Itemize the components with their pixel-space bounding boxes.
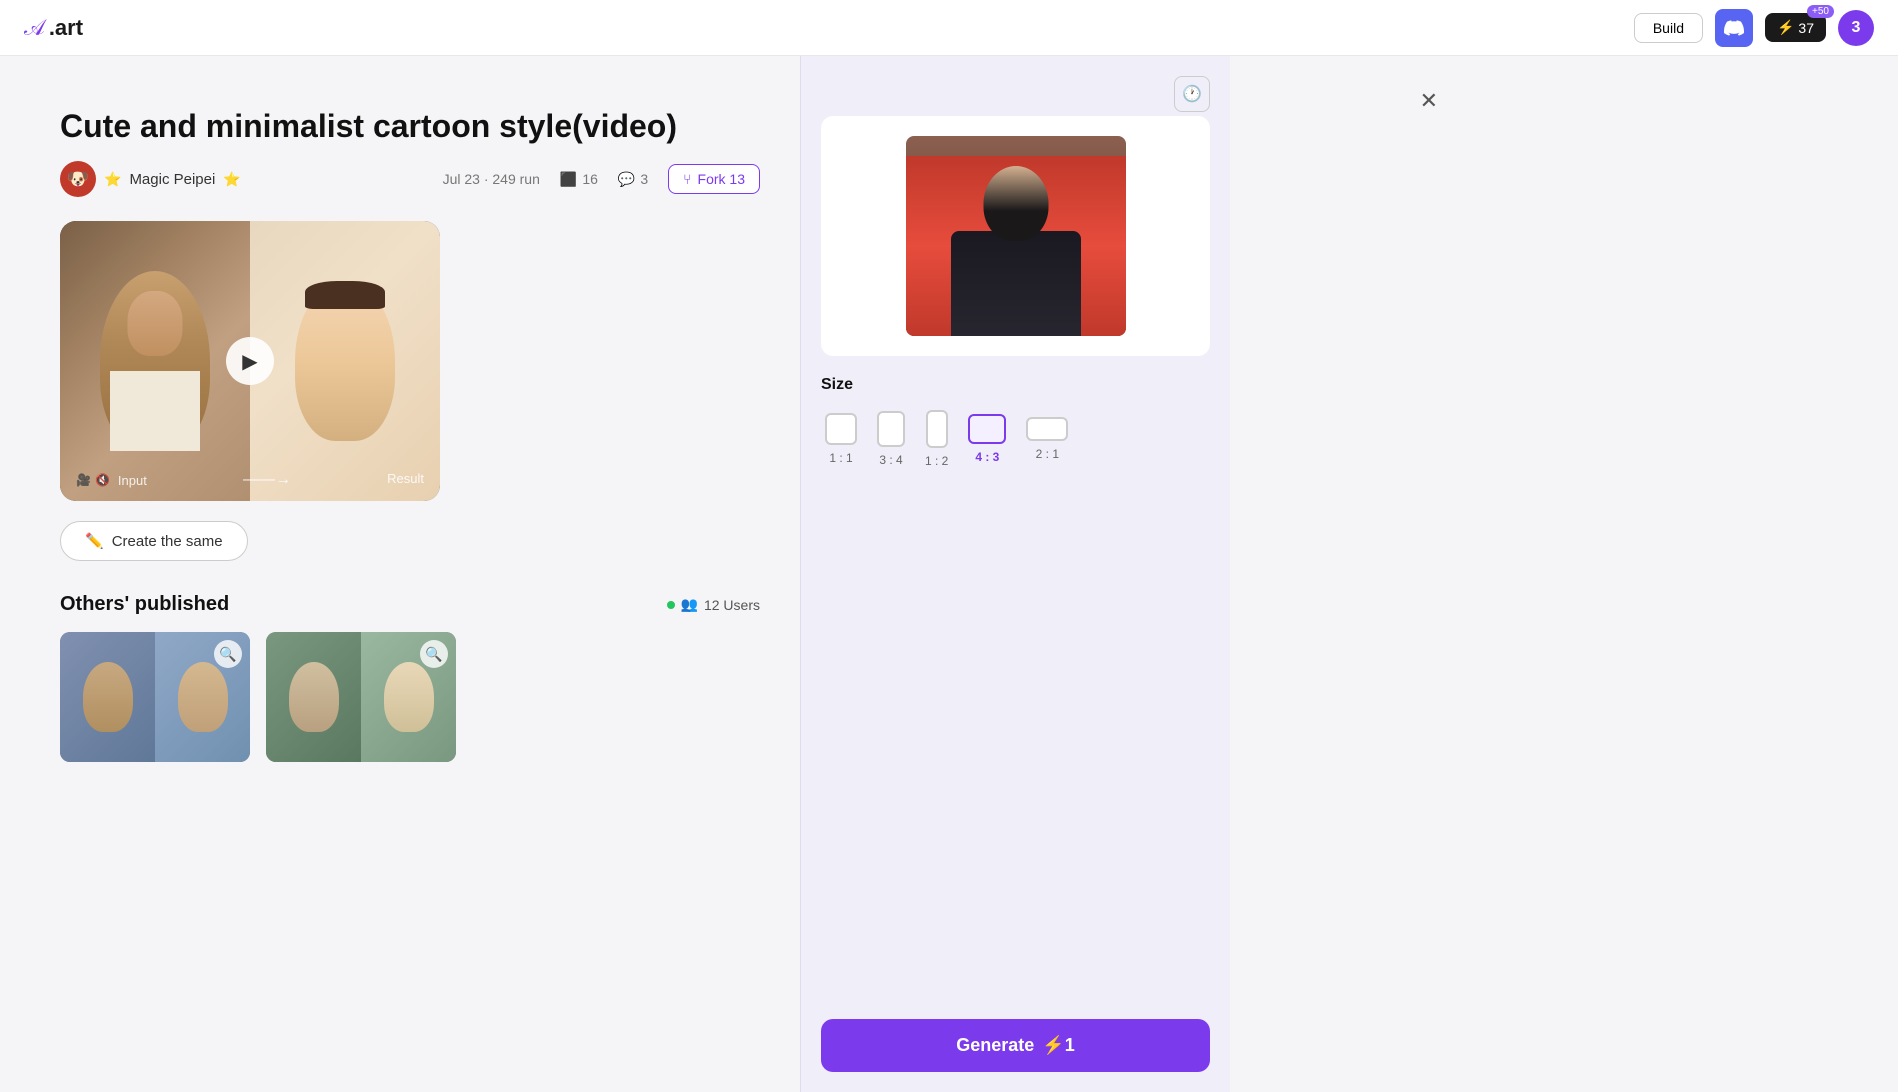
size-option-3-4[interactable]: 3 : 4	[873, 407, 909, 471]
preview-labels: 🎥 🔇 Input ——→ Result	[60, 471, 440, 489]
preview-right-side	[250, 221, 440, 501]
like-count: ⬛ 16	[560, 171, 598, 188]
online-indicator: 👥 12 Users	[667, 596, 760, 613]
meta-right: Jul 23 · 249 run ⬛ 16 💬 3 ⑂ Fork 13	[443, 164, 760, 194]
generate-label: Generate	[956, 1035, 1034, 1056]
preview-container: ▶ 🎥 🔇 Input ——→ Result	[60, 221, 440, 501]
size-label-2-1: 2 : 1	[1036, 447, 1059, 461]
create-same-button[interactable]: ✏️ Create the same	[60, 521, 248, 561]
discord-button[interactable]	[1715, 9, 1753, 47]
header: 𝒜 .art Build +50 ⚡ 37 3	[0, 0, 1898, 56]
main-content: ✕ Cute and minimalist cartoon style(vide…	[0, 56, 1898, 1092]
size-option-4-3[interactable]: 4 : 3	[964, 410, 1010, 468]
others-header: Others' published 👥 12 Users	[60, 593, 760, 616]
author-row: 🐶 ⭐ Magic Peipei ⭐ Jul 23 · 249 run ⬛ 16…	[60, 161, 760, 197]
author-emoji-right: ⭐	[223, 171, 240, 188]
author-info: 🐶 ⭐ Magic Peipei ⭐	[60, 161, 241, 197]
size-box-4-3	[968, 414, 1006, 444]
uploaded-image	[906, 136, 1126, 336]
size-box-1-1	[825, 413, 857, 445]
users-count: 12 Users	[704, 597, 760, 613]
zoom-button[interactable]: 🔍	[420, 640, 448, 668]
size-box-3-4	[877, 411, 905, 447]
generate-cost: ⚡1	[1042, 1035, 1074, 1056]
right-panel: 🕐 Size	[800, 56, 1230, 1092]
credits-badge: +50	[1807, 5, 1834, 18]
size-label-1-2: 1 : 2	[925, 454, 948, 468]
author-emoji-left: ⭐	[104, 171, 121, 188]
person-silhouette	[906, 136, 1126, 336]
history-button[interactable]: 🕐	[1174, 76, 1210, 112]
preview-left-side	[60, 221, 250, 501]
build-button[interactable]: Build	[1634, 13, 1703, 43]
size-option-1-2[interactable]: 1 : 2	[921, 406, 952, 472]
generate-button[interactable]: Generate ⚡1	[821, 1019, 1210, 1072]
size-label-3-4: 3 : 4	[879, 453, 902, 467]
preview-input-label: 🎥 🔇 Input	[76, 471, 147, 489]
gallery-item[interactable]: 🔍	[266, 632, 456, 762]
play-button[interactable]: ▶	[226, 337, 274, 385]
size-label: Size	[821, 376, 1210, 394]
others-title: Others' published	[60, 593, 229, 616]
audio-icon: 🔇	[95, 473, 110, 487]
size-box-2-1	[1026, 417, 1068, 441]
size-option-1-1[interactable]: 1 : 1	[821, 409, 861, 469]
logo-text: .art	[49, 15, 83, 41]
logo-icon: 𝒜	[24, 15, 45, 41]
bolt-icon: ⚡	[1777, 19, 1794, 36]
zoom-button[interactable]: 🔍	[214, 640, 242, 668]
preview-icons: 🎥 🔇	[76, 473, 110, 487]
upload-area[interactable]	[821, 116, 1210, 356]
size-options: 1 : 1 3 : 4 1 : 2 4 : 3	[821, 406, 1210, 472]
credits-button[interactable]: +50 ⚡ 37	[1765, 13, 1826, 42]
preview-result-label: Result	[387, 471, 424, 489]
gallery-grid: 🔍 🔍	[60, 632, 760, 762]
fork-icon: ⑂	[683, 171, 691, 187]
fork-button[interactable]: ⑂ Fork 13	[668, 164, 760, 194]
size-label-1-1: 1 : 1	[829, 451, 852, 465]
users-icon: 👥	[681, 596, 698, 613]
logo[interactable]: 𝒜 .art	[24, 15, 83, 41]
create-same-icon: ✏️	[85, 532, 104, 550]
author-name: Magic Peipei	[129, 171, 215, 188]
close-button[interactable]: ✕	[1420, 88, 1438, 114]
user-avatar-button[interactable]: 3	[1838, 10, 1874, 46]
size-label-4-3: 4 : 3	[975, 450, 999, 464]
size-box-1-2	[926, 410, 948, 448]
arrow-icon: ——→	[243, 471, 291, 489]
comment-count: 💬 3	[618, 171, 648, 188]
gallery-item[interactable]: 🔍	[60, 632, 250, 762]
date-run: Jul 23 · 249 run	[443, 171, 540, 187]
others-published-section: Others' published 👥 12 Users	[60, 593, 760, 762]
header-right: Build +50 ⚡ 37 3	[1634, 9, 1874, 47]
online-dot	[667, 601, 675, 609]
video-icon: 🎥	[76, 473, 91, 487]
size-option-2-1[interactable]: 2 : 1	[1022, 413, 1072, 465]
size-section: Size 1 : 1 3 : 4 1 : 2	[821, 376, 1210, 472]
author-avatar: 🐶	[60, 161, 96, 197]
left-panel: ✕ Cute and minimalist cartoon style(vide…	[0, 56, 800, 1092]
credits-count: 37	[1798, 20, 1814, 36]
page-title: Cute and minimalist cartoon style(video)	[60, 108, 760, 145]
